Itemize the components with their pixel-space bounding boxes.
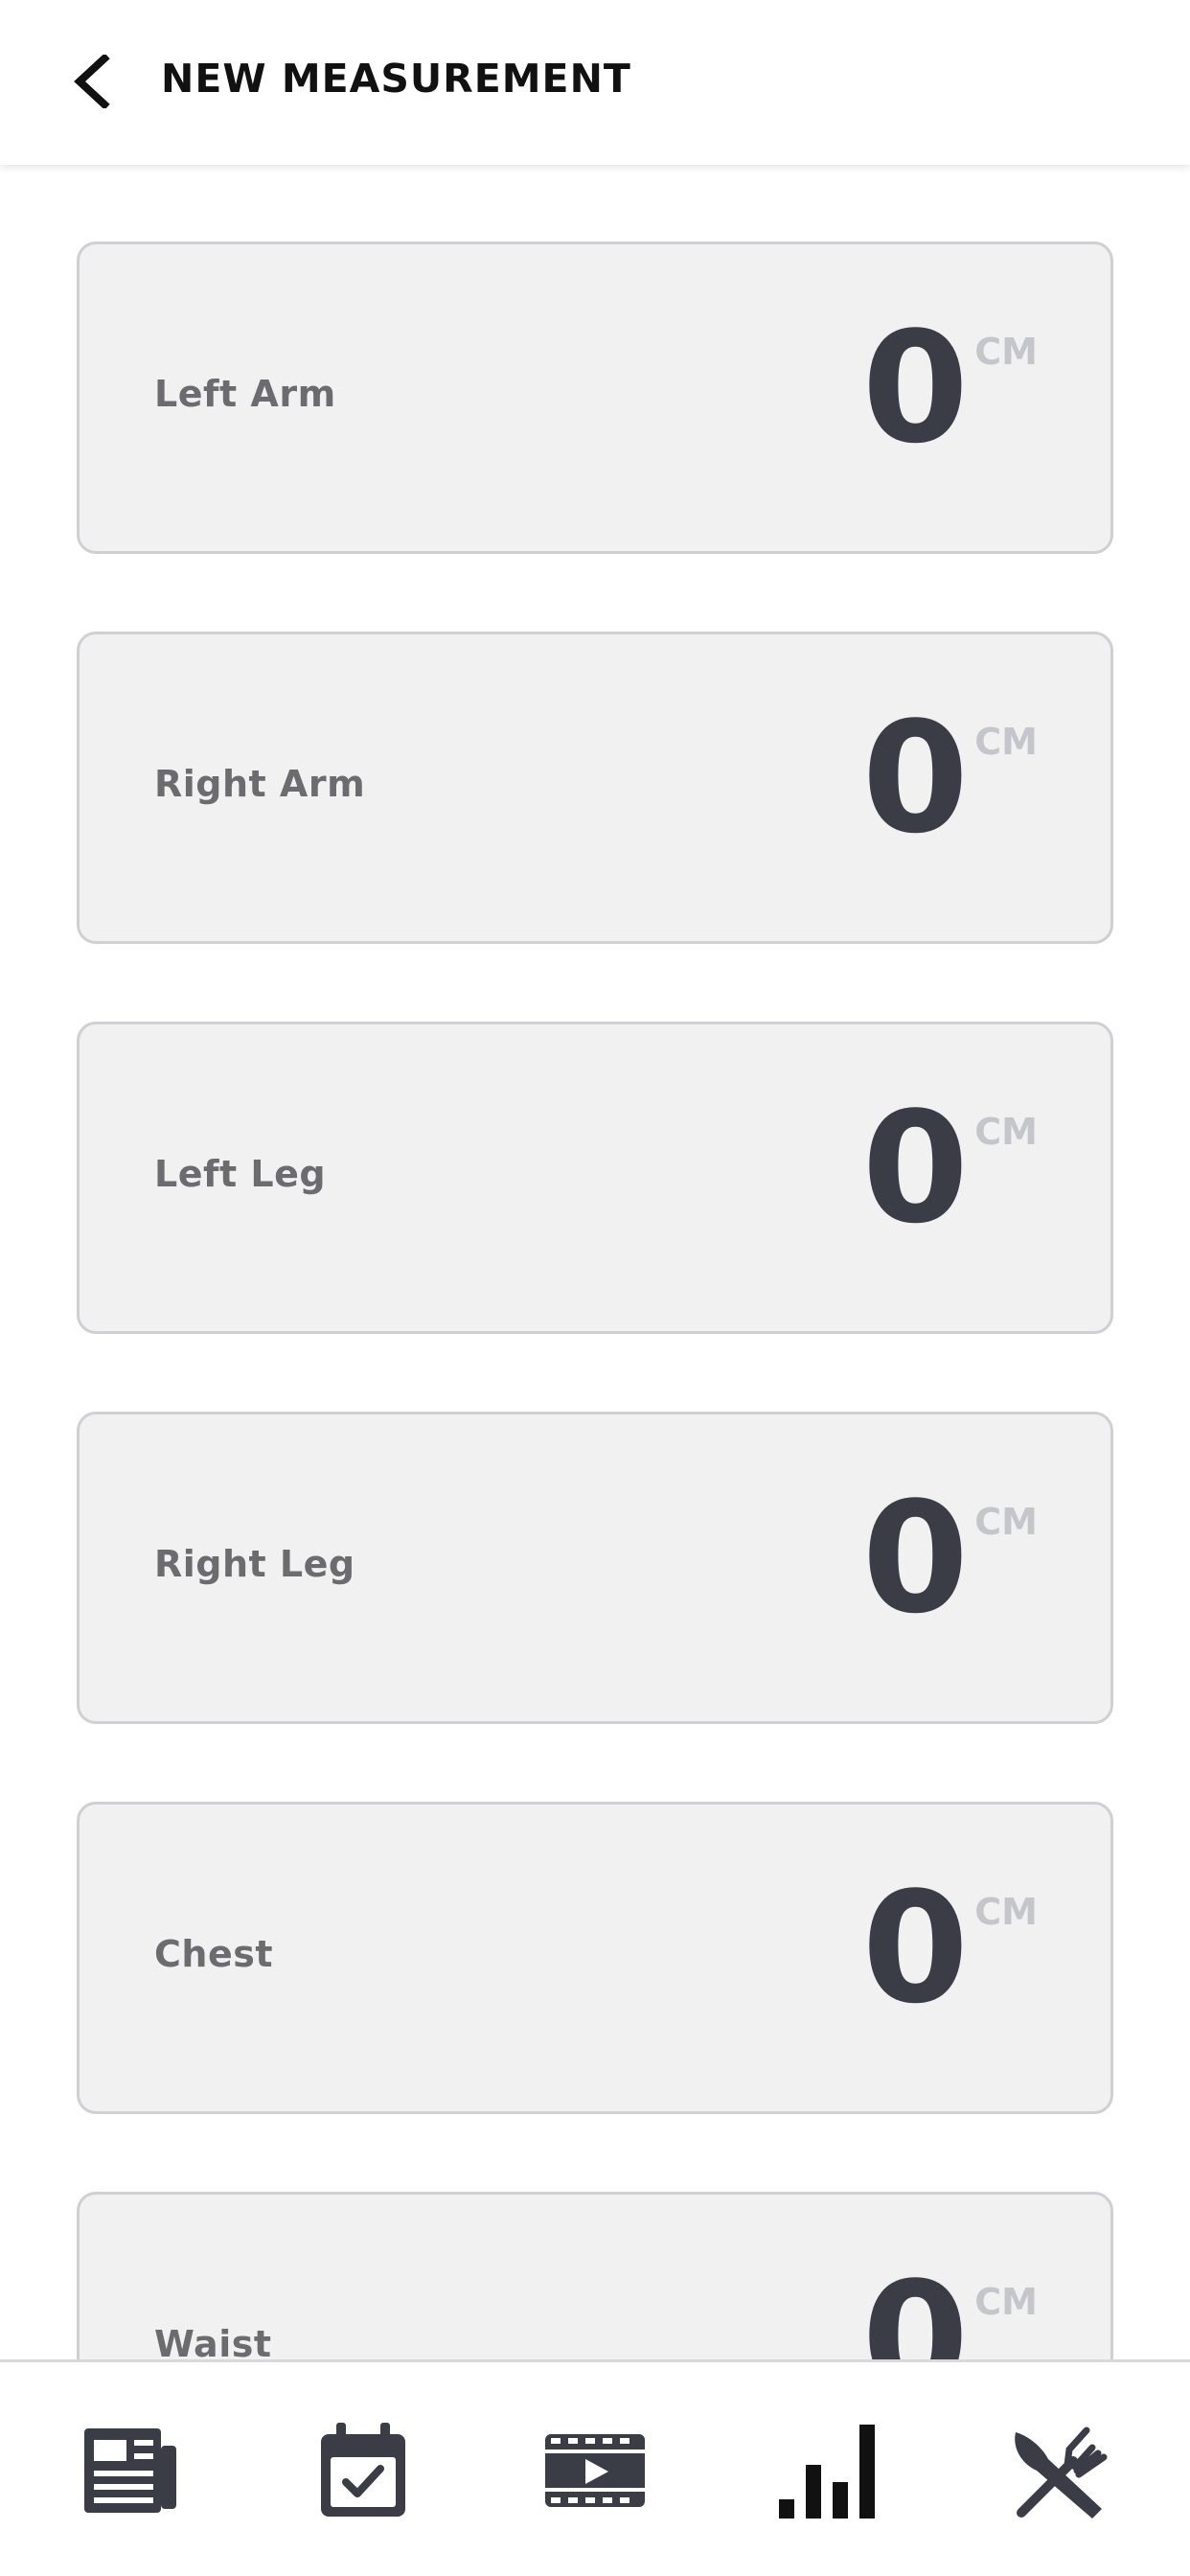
measurement-label: Right Arm [154, 763, 366, 805]
measurement-card-left-arm[interactable]: Left Arm 0 CM [77, 242, 1113, 554]
measurement-unit: CM [974, 1891, 1038, 1933]
measurement-unit: CM [974, 2281, 1038, 2323]
nav-item-progress[interactable] [765, 2408, 889, 2533]
measurement-unit: CM [974, 721, 1038, 763]
nav-item-news[interactable] [68, 2408, 193, 2533]
chevron-left-icon [74, 55, 110, 108]
measurement-label: Left Arm [154, 373, 336, 415]
measurement-card-chest[interactable]: Chest 0 CM [77, 1802, 1113, 2114]
page-title: NEW MEASUREMENT [161, 56, 631, 102]
measurement-card-left-leg[interactable]: Left Leg 0 CM [77, 1022, 1113, 1334]
newspaper-icon [84, 2428, 176, 2513]
measurement-label: Chest [154, 1933, 273, 1975]
bottom-navigation [0, 2359, 1190, 2576]
calendar-check-icon [321, 2423, 405, 2517]
measurement-unit: CM [974, 331, 1038, 373]
video-icon [545, 2434, 645, 2507]
nav-item-schedule[interactable] [301, 2408, 425, 2533]
nav-item-nutrition[interactable] [997, 2408, 1122, 2533]
measurement-label: Right Leg [154, 1543, 355, 1585]
nav-item-videos[interactable] [533, 2408, 657, 2533]
measurement-value: 0 [861, 298, 969, 477]
back-button[interactable] [57, 48, 125, 115]
measurement-value: 0 [861, 688, 969, 867]
utensils-icon [1015, 2426, 1108, 2518]
measurement-value: 0 [861, 1858, 969, 2037]
measurement-card-right-arm[interactable]: Right Arm 0 CM [77, 632, 1113, 944]
measurement-label: Left Leg [154, 1153, 327, 1195]
measurement-value: 0 [861, 1468, 969, 1647]
measurement-unit: CM [974, 1111, 1038, 1153]
measurement-card-waist[interactable]: Waist 0 CM [77, 2192, 1113, 2359]
measurement-value: 0 [861, 1078, 969, 1257]
measurement-unit: CM [974, 1501, 1038, 1543]
measurement-label: Waist [154, 2323, 272, 2359]
measurement-list[interactable]: Left Arm 0 CM Right Arm 0 CM Left Leg 0 … [0, 165, 1190, 2359]
top-bar: NEW MEASUREMENT [0, 0, 1190, 165]
app-screen: NEW MEASUREMENT Left Arm 0 CM Right Arm … [0, 0, 1190, 2576]
measurement-card-right-leg[interactable]: Right Leg 0 CM [77, 1412, 1113, 1724]
measurement-value: 0 [861, 2248, 969, 2360]
bar-chart-icon [779, 2425, 875, 2518]
